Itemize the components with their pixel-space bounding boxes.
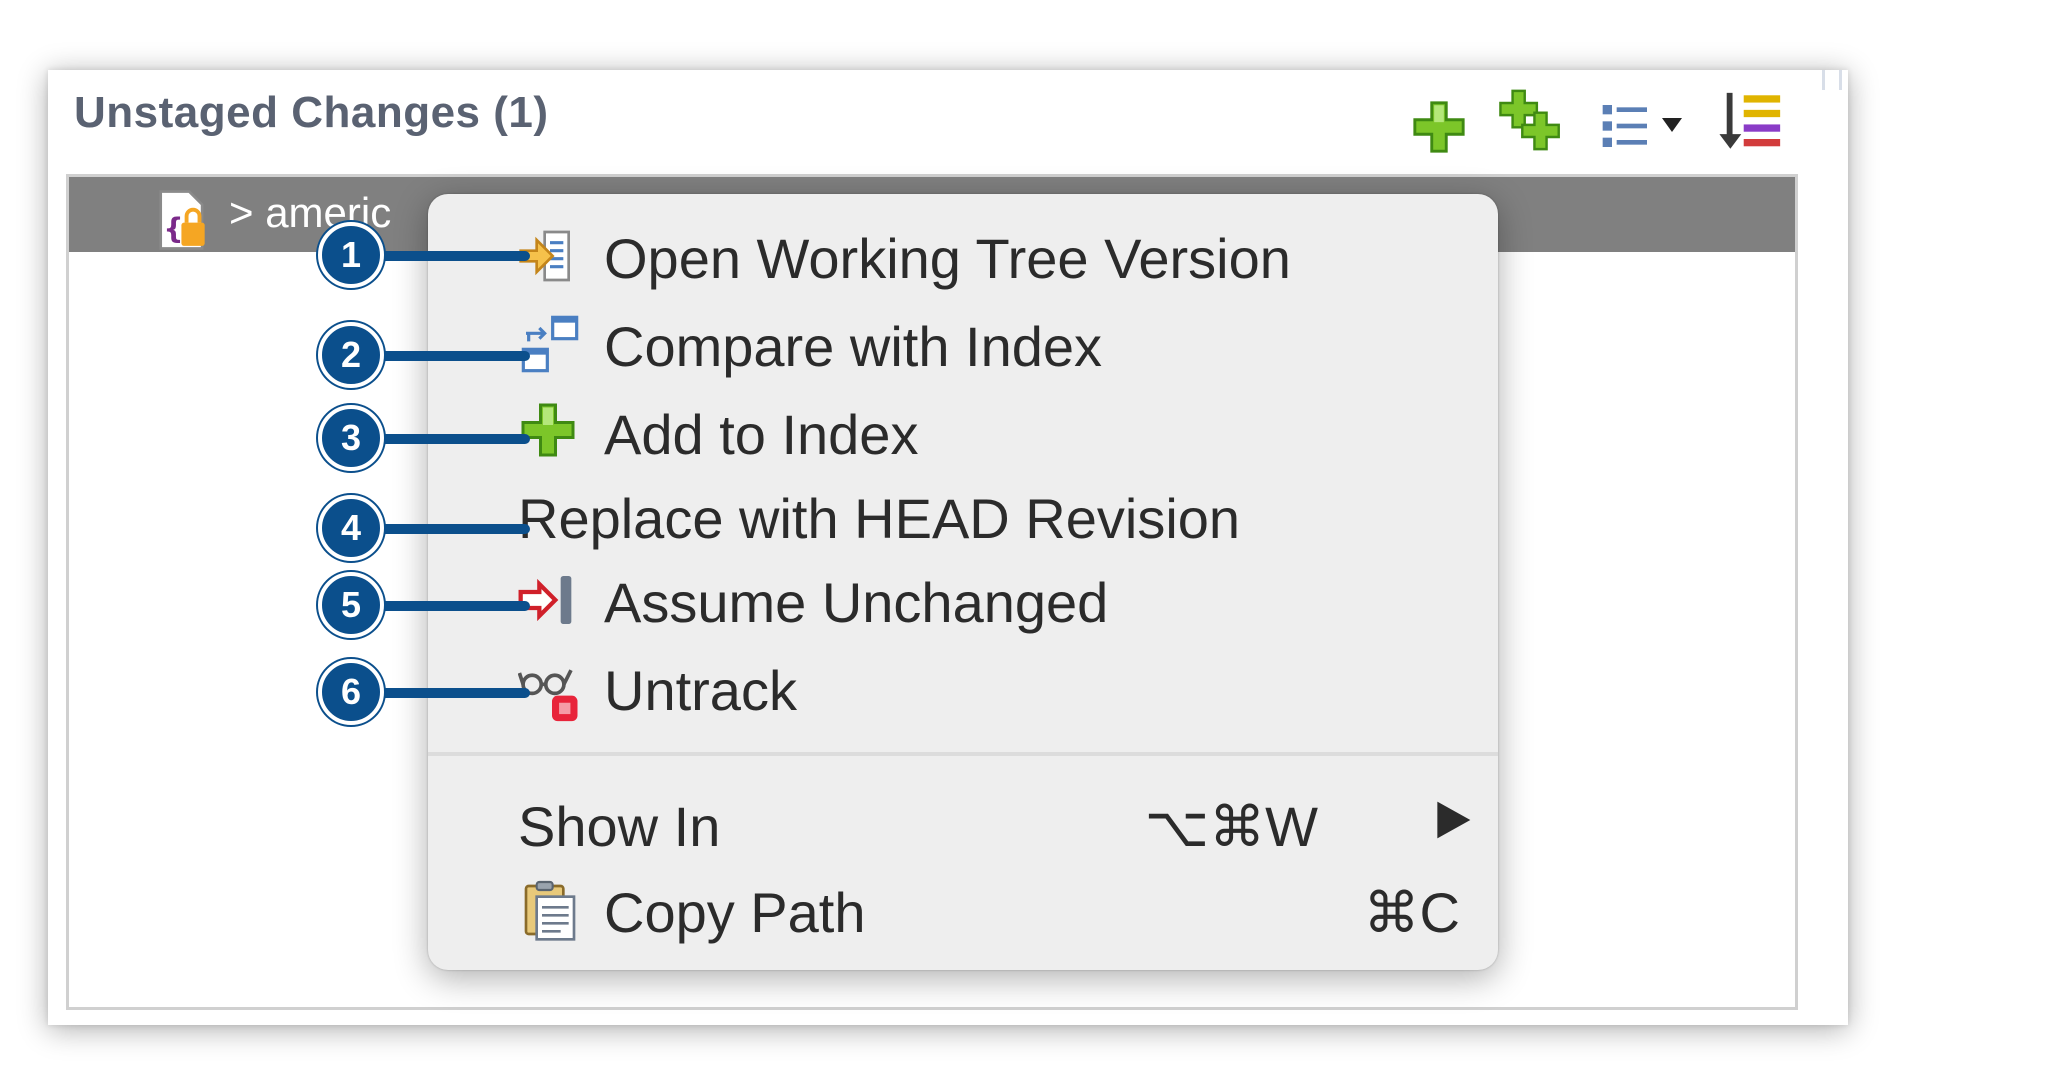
menu-item-assume-unchanged[interactable]: Assume Unchanged: [428, 562, 1498, 634]
add-plus-icon[interactable]: [1410, 98, 1468, 161]
context-menu: Open Working Tree Version Compare with I…: [428, 194, 1498, 970]
callout-badge: 6: [318, 659, 384, 725]
menu-item-label: Replace with HEAD Revision: [518, 487, 1241, 550]
menu-item-copy-path[interactable]: Copy Path ⌘C: [428, 872, 1498, 944]
compare-icon: [518, 312, 582, 381]
menu-item-label: Untrack: [604, 659, 797, 722]
callout-badge: 3: [318, 405, 384, 471]
callout-badge: 1: [318, 222, 384, 288]
svg-text:{: {: [163, 212, 183, 245]
submenu-arrow-icon: [1430, 798, 1474, 847]
menu-item-label: Compare with Index: [604, 315, 1103, 378]
clipboard-icon: [518, 878, 582, 947]
sort-icon[interactable]: [1716, 88, 1786, 161]
menu-item-label: Open Working Tree Version: [604, 227, 1291, 290]
menu-item-label: Show In: [518, 795, 721, 858]
add-plus-icon: [518, 400, 578, 465]
menu-item-show-in[interactable]: Show In ⌥⌘W: [428, 786, 1498, 858]
callout-badge: 4: [318, 495, 384, 561]
chevron-down-icon[interactable]: [1660, 114, 1684, 139]
list-view-icon[interactable]: [1598, 98, 1654, 159]
menu-item-replace-with-head-revision[interactable]: Replace with HEAD Revision: [428, 478, 1498, 550]
menu-item-label: Assume Unchanged: [604, 571, 1109, 634]
menu-item-label: Add to Index: [604, 403, 919, 466]
menu-item-untrack[interactable]: Untrack: [428, 650, 1498, 722]
callout-badge: 5: [318, 572, 384, 638]
java-file-icon: {: [153, 189, 215, 256]
menu-item-shortcut: ⌘C: [1363, 881, 1460, 944]
add-all-icon[interactable]: [1498, 86, 1566, 159]
menu-item-compare-with-index[interactable]: Compare with Index: [428, 306, 1498, 378]
scrollbar-stub: [1822, 70, 1842, 90]
menu-item-label: Copy Path: [604, 881, 866, 944]
menu-item-add-to-index[interactable]: Add to Index: [428, 394, 1498, 466]
menu-separator: [428, 752, 1498, 756]
menu-item-open-working-tree-version[interactable]: Open Working Tree Version: [428, 218, 1498, 290]
callout-badge: 2: [318, 322, 384, 388]
menu-item-shortcut: ⌥⌘W: [1144, 795, 1318, 858]
panel-toolbar: [48, 80, 1848, 153]
